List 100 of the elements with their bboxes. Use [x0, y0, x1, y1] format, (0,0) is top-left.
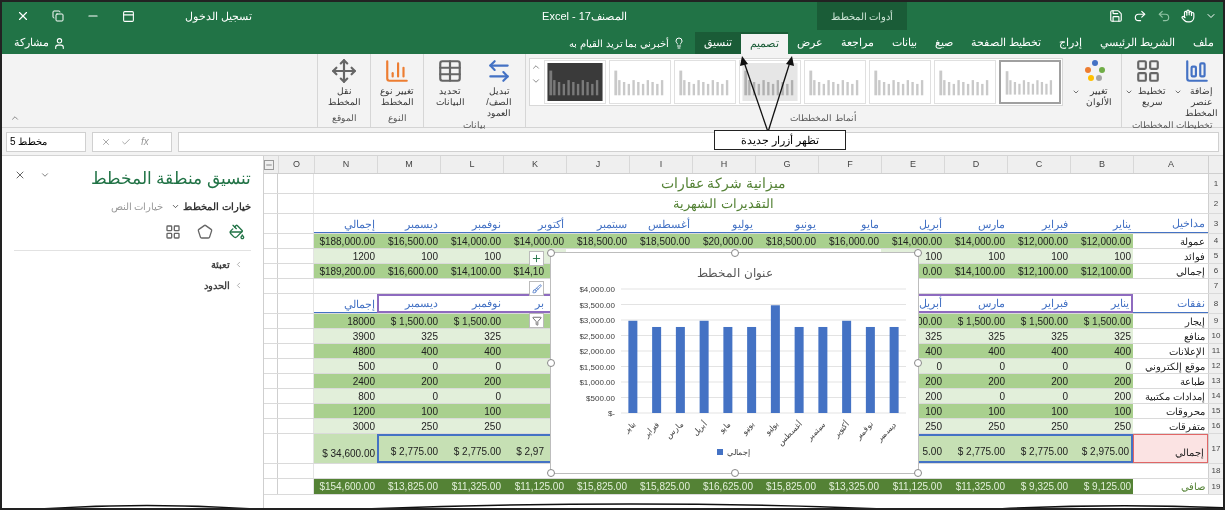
collapse-icon[interactable] — [264, 159, 274, 170]
table-cell: 100 — [944, 404, 1007, 418]
table-cell: 250 — [944, 419, 1007, 433]
pane-section[interactable]: تعبئة — [14, 256, 251, 272]
column-header[interactable]: E — [881, 156, 944, 173]
save-icon[interactable] — [1109, 9, 1123, 23]
row-header[interactable]: 17 — [1208, 434, 1223, 463]
column-header[interactable]: L — [440, 156, 503, 173]
row-header[interactable]: 3 — [1208, 214, 1223, 233]
row-header[interactable]: 10 — [1208, 329, 1223, 343]
row-header[interactable]: 13 — [1208, 374, 1223, 388]
ribbon-button[interactable]: إضافة عنصر المخطط — [1174, 58, 1220, 119]
pane-options-icon[interactable] — [40, 170, 50, 180]
column-header[interactable]: K — [503, 156, 566, 173]
ribbon-tab[interactable]: تنسيق — [695, 32, 742, 54]
restore-icon[interactable] — [52, 10, 64, 22]
close-icon[interactable] — [16, 9, 30, 23]
table-cell: 325 — [944, 329, 1007, 343]
collapse-ribbon-icon[interactable] — [10, 113, 20, 123]
column-header[interactable]: C — [1007, 156, 1070, 173]
ribbon-tab[interactable]: بيانات — [883, 32, 927, 54]
row-header[interactable]: 1 — [1208, 174, 1223, 193]
layout-icon — [1135, 58, 1161, 84]
ribbon-tab[interactable]: تخطيط الصفحة — [962, 32, 1051, 54]
resize-handle[interactable] — [547, 249, 555, 257]
table-cell: مارس — [944, 214, 1007, 233]
column-header[interactable]: O — [278, 156, 314, 173]
column-header[interactable]: I — [629, 156, 692, 173]
ribbon-display-icon[interactable] — [122, 9, 135, 23]
column-header[interactable]: N — [314, 156, 377, 173]
row-header[interactable]: 2 — [1208, 194, 1223, 213]
column-header[interactable]: H — [692, 156, 755, 173]
resize-handle[interactable] — [547, 359, 555, 367]
tell-me-field[interactable]: أخبرني بما تريد القيام به — [559, 32, 696, 54]
column-header[interactable]: A — [1133, 156, 1208, 173]
sign-in-link[interactable]: تسجيل الدخول — [185, 7, 253, 25]
axis-label: $500.00 — [586, 393, 615, 403]
resize-handle[interactable] — [731, 469, 739, 477]
column-header[interactable]: M — [377, 156, 440, 173]
ribbon-button[interactable]: نقل المخطط — [321, 58, 367, 108]
table-cell: 1200 — [314, 249, 377, 263]
ribbon-button[interactable]: تبديل الصف/ العمود — [476, 58, 522, 119]
chart-elements-button[interactable] — [529, 251, 544, 266]
column-header[interactable]: G — [755, 156, 818, 173]
paint-bucket-icon[interactable] — [229, 223, 245, 240]
column-header[interactable]: B — [1070, 156, 1133, 173]
ribbon-tab[interactable]: الشريط الرئيسي — [1091, 32, 1184, 54]
row-header[interactable]: 6 — [1208, 264, 1223, 278]
chart-filters-button[interactable] — [529, 313, 544, 328]
close-icon[interactable] — [14, 169, 26, 181]
ribbon-tab[interactable]: صيغ — [926, 32, 963, 54]
name-box[interactable]: مخطط 5 — [6, 131, 86, 152]
ribbon-button[interactable]: تغيير نوع المخطط — [374, 58, 420, 108]
row-header[interactable]: 4 — [1208, 234, 1223, 248]
row-header[interactable]: 19 — [1208, 479, 1223, 494]
size-properties-icon[interactable] — [165, 223, 181, 240]
ribbon-button[interactable]: تخطيط سريع — [1125, 58, 1171, 108]
pane-tab[interactable]: خيارات المخطط — [171, 199, 251, 214]
undo-icon[interactable] — [1157, 9, 1171, 23]
pane-section[interactable]: الحدود — [14, 277, 251, 293]
row-header[interactable]: 8 — [1208, 294, 1223, 313]
share-button[interactable]: مشاركة — [2, 32, 78, 54]
ribbon-button[interactable]: تغيير الألوان — [1072, 58, 1118, 108]
row-header[interactable]: 9 — [1208, 314, 1223, 328]
filter-icon — [531, 315, 542, 326]
ribbon-tab[interactable]: عرض — [788, 32, 833, 54]
row-header[interactable]: 15 — [1208, 404, 1223, 418]
row-header[interactable]: 7 — [1208, 279, 1223, 293]
resize-handle[interactable] — [914, 469, 922, 477]
resize-handle[interactable] — [731, 249, 739, 257]
row-header[interactable]: 18 — [1208, 464, 1223, 478]
row-header[interactable]: 5 — [1208, 249, 1223, 263]
column-header[interactable]: J — [566, 156, 629, 173]
touch-mode-icon[interactable] — [1181, 9, 1195, 23]
cancel-icon[interactable] — [101, 136, 111, 147]
ribbon-tab[interactable]: تصميم — [741, 32, 789, 54]
table-cell: 1200 — [314, 404, 377, 418]
column-header[interactable]: D — [944, 156, 1007, 173]
redo-icon[interactable] — [1133, 9, 1147, 23]
ribbon-tab[interactable]: إدراج — [1050, 32, 1092, 54]
pentagon-icon[interactable] — [197, 223, 213, 240]
resize-handle[interactable] — [914, 359, 922, 367]
enter-icon[interactable] — [121, 136, 131, 147]
table-cell: 3900 — [314, 329, 377, 343]
resize-handle[interactable] — [914, 249, 922, 257]
row-header[interactable]: 14 — [1208, 389, 1223, 403]
ribbon-tab[interactable]: مراجعة — [832, 32, 884, 54]
row-header[interactable]: 16 — [1208, 419, 1223, 433]
ribbon-tab[interactable]: ملف — [1184, 32, 1223, 54]
column-header[interactable]: F — [818, 156, 881, 173]
row-header[interactable]: 11 — [1208, 344, 1223, 358]
row-header[interactable]: 12 — [1208, 359, 1223, 373]
chart-title: عنوان المخطط — [697, 266, 773, 280]
table-cell: 250 — [1007, 419, 1070, 433]
resize-handle[interactable] — [547, 469, 555, 477]
table-cell: 400 — [944, 344, 1007, 358]
table-cell: $11,125.00 — [503, 479, 566, 494]
table-cell: 100 — [1007, 404, 1070, 418]
chart-styles-button[interactable] — [529, 281, 544, 296]
ribbon-button[interactable]: تحديد البيانات — [427, 58, 473, 108]
